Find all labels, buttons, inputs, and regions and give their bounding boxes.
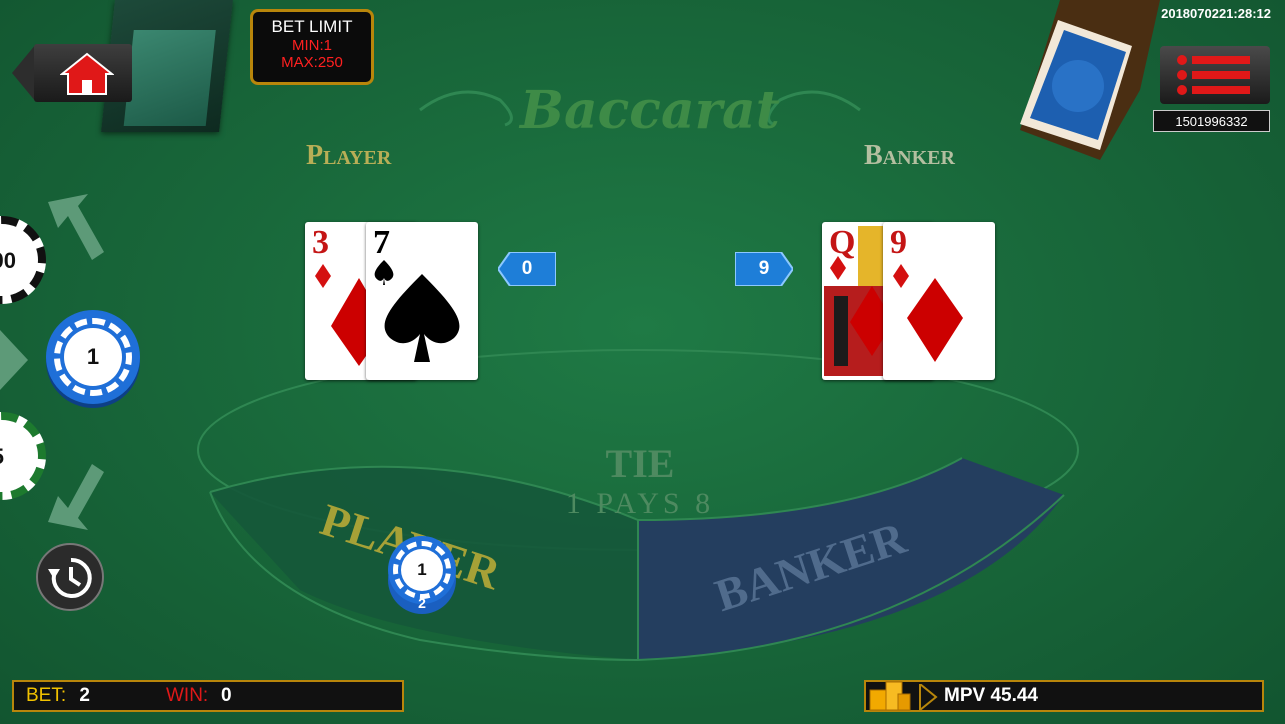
placed-bet-chip-stack[interactable]: 1 2 — [388, 536, 456, 614]
chevron-right-icon — [919, 684, 938, 710]
player-label: Player — [306, 140, 392, 171]
menu-button[interactable] — [1160, 46, 1270, 104]
banker-label: Banker — [864, 140, 955, 171]
bet-limit-panel: BET LIMIT MIN:1 MAX:250 — [250, 9, 374, 85]
bet-limit-max: MAX:250 — [281, 54, 343, 71]
chip-value: 00 — [0, 248, 16, 273]
diamond-icon — [893, 264, 963, 362]
balance-panel: MPV 45.44 — [864, 680, 1264, 712]
coins-icon — [869, 681, 911, 711]
home-icon — [60, 52, 114, 95]
tie-bet-zone[interactable]: TIE 1 PAYS 8 — [540, 440, 740, 521]
card-deck — [1020, 0, 1160, 160]
chip-pointer-arrow — [0, 330, 28, 390]
balance-text: MPV 45.44 — [944, 685, 1038, 706]
timestamp: 2018070221:28:12 — [1161, 6, 1271, 21]
history-icon — [48, 557, 92, 598]
win-value: 0 — [221, 685, 232, 706]
bet-limit-title: BET LIMIT — [271, 17, 353, 36]
player-card-2: 7 — [366, 222, 478, 380]
chip-scroll-up-arrow[interactable] — [40, 194, 104, 264]
card-rank: 3 — [312, 224, 329, 261]
bet-win-panel: BET: 2 WIN: 0 — [12, 680, 404, 712]
banker-score-badge: 9 — [735, 252, 793, 286]
spade-icon — [374, 260, 460, 362]
player-score: 0 — [521, 258, 533, 279]
player-score-badge: 0 — [498, 252, 556, 286]
bet-label: BET: — [26, 685, 67, 706]
chip-scroll-down-arrow[interactable] — [40, 460, 104, 530]
bet-value: 2 — [79, 685, 90, 706]
tie-label: TIE — [605, 441, 675, 486]
chip-value: 1 — [64, 328, 122, 386]
game-title: Baccarat — [520, 80, 780, 141]
menu-icon — [1177, 55, 1250, 95]
chip-value: 5 — [0, 444, 4, 470]
card-rank: 9 — [890, 224, 907, 261]
bet-limit-min: MIN:1 — [291, 37, 332, 54]
chip-stack-count: 2 — [418, 595, 426, 611]
history-button[interactable] — [36, 543, 104, 611]
card-rank: 7 — [373, 224, 390, 261]
banker-score: 9 — [758, 258, 770, 279]
chip-selected[interactable]: 1 — [46, 310, 140, 404]
tie-payout: 1 PAYS 8 — [565, 487, 715, 520]
win-label: WIN: — [166, 685, 209, 706]
round-id: 1501996332 — [1153, 110, 1270, 132]
chip-value: 1 — [401, 549, 443, 591]
banker-card-2: 9 — [883, 222, 995, 380]
home-button[interactable] — [12, 44, 132, 102]
